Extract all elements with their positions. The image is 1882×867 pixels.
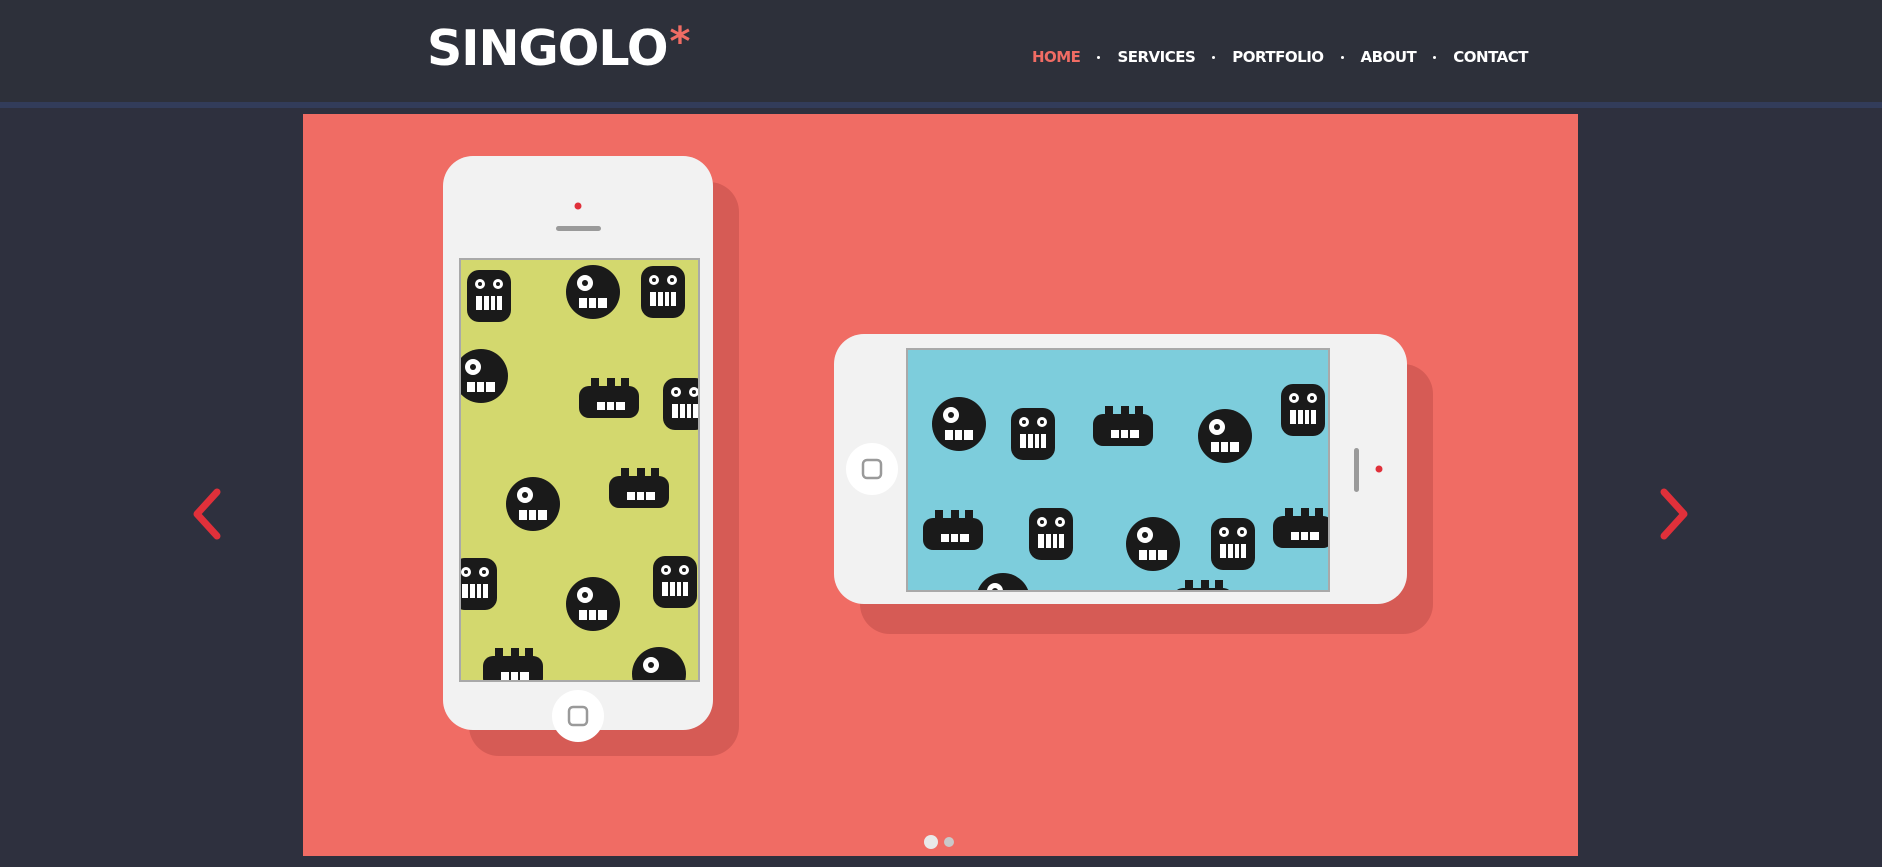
vertical-phone — [443, 156, 739, 756]
site-logo[interactable]: SINGOLO* — [427, 22, 690, 73]
nav-item-services[interactable]: SERVICES — [1117, 48, 1195, 66]
slider-prev-button[interactable] — [187, 486, 227, 542]
nav-item-portfolio[interactable]: PORTFOLIO — [1232, 48, 1324, 66]
main-nav: HOME SERVICES PORTFOLIO ABOUT CONTACT — [1032, 48, 1529, 66]
slider-pagination — [924, 835, 954, 849]
chevron-right-icon — [1660, 488, 1688, 540]
slide-illustration — [443, 156, 1433, 756]
nav-item-home[interactable]: HOME — [1032, 48, 1081, 66]
nav-separator-dot — [1212, 55, 1216, 59]
horizontal-phone — [834, 334, 1433, 634]
nav-item-contact[interactable]: CONTACT — [1453, 48, 1528, 66]
nav-separator-dot — [1097, 55, 1101, 59]
slider-next-button[interactable] — [1654, 486, 1694, 542]
nav-separator-dot — [1433, 55, 1437, 59]
brand-name: SINGOLO — [427, 20, 669, 77]
nav-separator-dot — [1340, 55, 1344, 59]
brand-asterisk: * — [669, 19, 691, 65]
site-header: SINGOLO* HOME SERVICES PORTFOLIO ABOUT C… — [0, 0, 1882, 108]
chevron-left-icon — [193, 488, 221, 540]
slide-dot-1[interactable] — [924, 835, 938, 849]
nav-item-about[interactable]: ABOUT — [1361, 48, 1417, 66]
hero-slider — [303, 114, 1578, 856]
slide-dot-2[interactable] — [944, 837, 954, 847]
